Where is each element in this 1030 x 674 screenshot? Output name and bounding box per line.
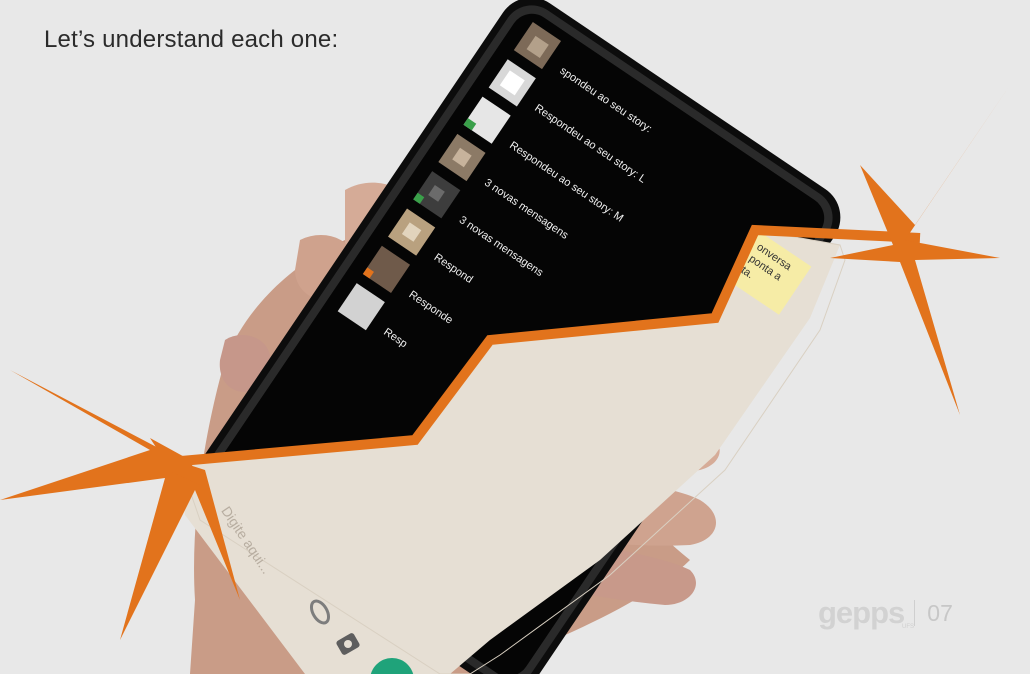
gepps-logo: gepps <box>818 595 905 630</box>
slide: Let’s understand each one: spondeu ao se… <box>0 0 1030 674</box>
footer: gepps UFS 07 <box>818 593 953 633</box>
page-number: 07 <box>927 599 953 626</box>
phone-illustration: spondeu ao seu story: Respondeu ao seu s… <box>0 0 1010 674</box>
gepps-logo-sub: UFS <box>902 624 914 630</box>
footer-divider <box>914 600 916 626</box>
starburst-right <box>830 85 1010 415</box>
